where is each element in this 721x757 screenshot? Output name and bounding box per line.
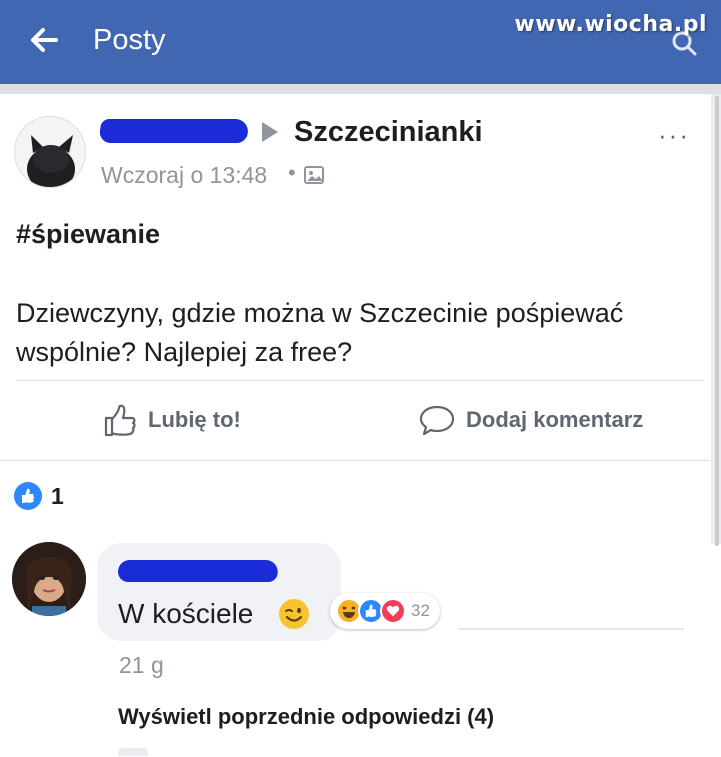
back-arrow-icon[interactable] xyxy=(26,22,62,58)
scrollbar[interactable] xyxy=(715,96,719,546)
comment-icon xyxy=(419,405,455,436)
poster-avatar[interactable] xyxy=(14,116,86,188)
frame-top xyxy=(0,84,721,94)
post-timestamp[interactable]: Wczoraj o 13:48 xyxy=(101,162,267,189)
group-name-link[interactable]: Szczecinianki xyxy=(294,116,483,149)
watermark: www.wiocha.pl xyxy=(514,12,707,37)
thumbs-up-icon xyxy=(104,404,136,437)
post-body: Dziewczyny, gdzie można w Szczecinie poś… xyxy=(16,298,624,367)
comment-label: Dodaj komentarz xyxy=(466,407,644,432)
comment-button[interactable]: Dodaj komentarz xyxy=(418,398,643,442)
commenter-avatar[interactable] xyxy=(12,542,86,616)
comment-reactions[interactable]: 32 xyxy=(330,593,440,629)
like-button[interactable]: Lubię to! xyxy=(102,398,241,442)
section-separator xyxy=(0,460,711,461)
next-item-stub xyxy=(118,748,148,756)
woman-avatar-icon xyxy=(12,542,86,616)
poster-name-redaction xyxy=(98,119,250,143)
winking-face-icon xyxy=(279,599,309,629)
timestamp-separator: • xyxy=(288,160,296,185)
commenter-name-redaction xyxy=(116,560,280,582)
view-previous-replies-link[interactable]: Wyświetl poprzednie odpowiedzi (4) xyxy=(118,704,494,730)
group-privacy-icon xyxy=(304,166,324,184)
page-title: Posty xyxy=(93,24,166,56)
cat-avatar-icon xyxy=(15,117,85,187)
love-reaction-icon xyxy=(380,598,406,624)
reaction-count: 32 xyxy=(411,601,430,620)
comment-text: W kościele xyxy=(118,598,254,629)
more-options-icon[interactable]: ··· xyxy=(658,120,690,151)
like-label: Lubię to! xyxy=(148,407,241,432)
shared-to-arrow-icon xyxy=(262,122,278,142)
like-summary[interactable]: 1 xyxy=(14,482,64,510)
divider xyxy=(16,380,704,381)
faint-divider xyxy=(458,628,684,630)
like-count: 1 xyxy=(51,482,64,509)
post-hashtag[interactable]: #śpiewanie xyxy=(16,219,160,250)
comment-time: 21 g xyxy=(119,652,164,678)
like-reaction-icon xyxy=(14,482,42,510)
top-bar: Posty www.wiocha.pl xyxy=(0,0,721,84)
